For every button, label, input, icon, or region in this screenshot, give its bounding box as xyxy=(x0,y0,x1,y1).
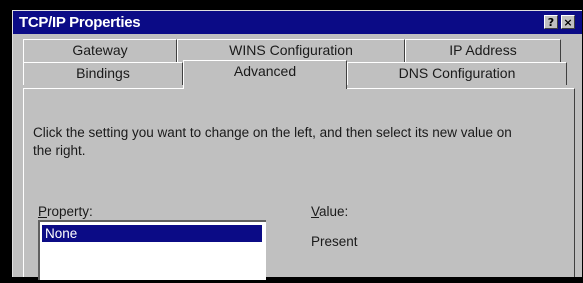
property-label-text: roperty: xyxy=(47,204,93,219)
property-item-none[interactable]: None xyxy=(42,225,262,242)
tab-dns-configuration[interactable]: DNS Configuration xyxy=(347,62,567,85)
tab-advanced[interactable]: Advanced xyxy=(183,60,347,89)
instructions-text: Click the setting you want to change on … xyxy=(33,125,512,158)
title-bar[interactable]: TCP/IP Properties ? × xyxy=(13,11,582,34)
value-label: Value: xyxy=(311,204,348,219)
property-listbox[interactable]: None xyxy=(38,220,266,280)
value-display[interactable]: Present xyxy=(311,234,358,249)
tab-gateway[interactable]: Gateway xyxy=(23,39,177,63)
tab-ip-address[interactable]: IP Address xyxy=(405,39,561,63)
value-label-accelerator: V xyxy=(311,204,320,219)
help-button[interactable]: ? xyxy=(544,15,558,29)
tab-bindings[interactable]: Bindings xyxy=(23,62,183,85)
property-label: Property: xyxy=(38,204,93,219)
close-button[interactable]: × xyxy=(561,15,575,29)
value-label-text: alue: xyxy=(319,204,349,219)
property-label-accelerator: P xyxy=(38,204,48,219)
window-title: TCP/IP Properties xyxy=(19,14,141,31)
